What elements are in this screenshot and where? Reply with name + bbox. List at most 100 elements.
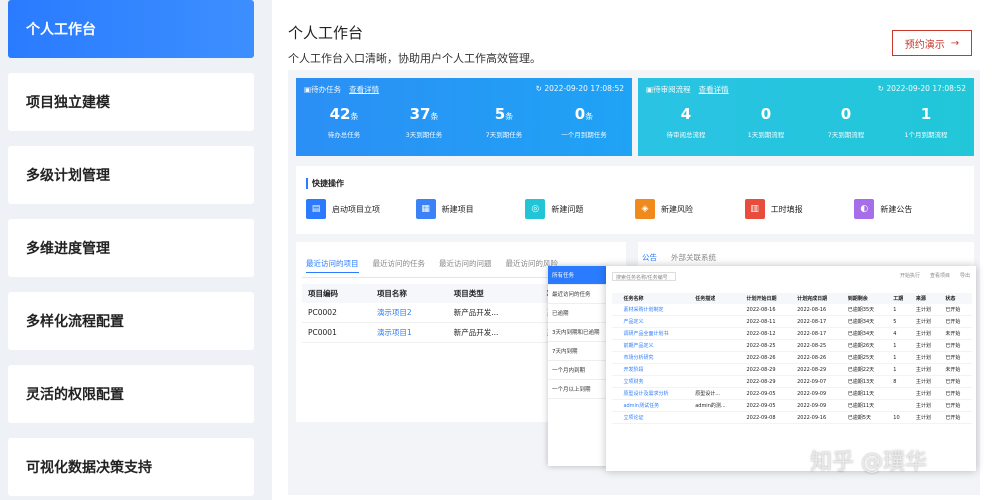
filter-menu-item[interactable]: 7天内到期 — [548, 342, 608, 361]
quick-action-1[interactable]: ▦ 新建项目 — [415, 199, 526, 219]
table-cell[interactable]: 开发阶段 — [620, 363, 693, 376]
table-row[interactable]: 立项财务 2022-08-29 2022-09-07 已逾期13天 8 主计划 已开始 — [612, 375, 972, 388]
table-cell[interactable]: 原型设计及需求分析 — [620, 387, 693, 400]
table-cell[interactable]: 市场分析研究 — [620, 351, 693, 364]
table-cell: 已开始 — [942, 387, 972, 400]
sidebar-item-workbench[interactable]: 个人工作台 — [8, 0, 254, 58]
quick-action-label: 新建问题 — [551, 204, 584, 214]
quick-action-label: 新建项目 — [441, 204, 474, 214]
table-cell — [692, 411, 744, 424]
table-row[interactable]: 原型设计及需求分析 原型设计... 2022-09-05 2022-09-09 已逾期1… — [612, 387, 972, 400]
checkbox-header[interactable] — [612, 293, 621, 304]
table-cell[interactable]: 前期产品定义 — [620, 339, 693, 352]
row-checkbox[interactable] — [612, 375, 621, 388]
sidebar-item-progress-management[interactable]: 多维进度管理 — [8, 219, 254, 277]
stat-7day-process[interactable]: 0 7天到期流程 — [806, 105, 886, 139]
row-checkbox[interactable] — [612, 304, 621, 316]
table-cell: 主计划 — [912, 411, 943, 424]
table-row[interactable]: 素材采购计划制定 2022-08-16 2022-08-16 已逾期35天 1 主计划 已开… — [612, 304, 972, 316]
overlay-button-2[interactable]: 导出 — [960, 273, 970, 279]
row-checkbox[interactable] — [612, 351, 621, 364]
sidebar-item-process-config[interactable]: 多样化流程配置 — [8, 292, 254, 350]
table-row[interactable]: 立项论证 2022-09-08 2022-09-16 已逾期5天 10 主计划 已开始 — [612, 411, 972, 424]
recent-tab-0[interactable]: 最近访问的项目 — [306, 258, 359, 273]
table-cell: 2022-08-29 — [743, 375, 795, 388]
stat-3day-tasks[interactable]: 37条 3天到期任务 — [384, 105, 464, 139]
table-cell: 2022-09-09 — [794, 399, 845, 412]
quick-action-0[interactable]: ▤ 启动项目立项 — [306, 199, 416, 219]
overlay-button-1[interactable]: 查看项目 — [930, 273, 950, 279]
table-cell[interactable]: 立项财务 — [620, 375, 693, 388]
filter-menu-item[interactable]: 3天内到期和已逾期 — [548, 323, 608, 342]
stat-1day-process[interactable]: 0 1天到期流程 — [726, 105, 806, 139]
table-cell — [890, 387, 913, 400]
table-cell: 2022-09-16 — [794, 411, 845, 424]
filter-menu-item[interactable]: 一个月以上到期 — [548, 380, 608, 399]
table-cell: 1 — [890, 363, 913, 376]
table-cell: 2022-08-17 — [794, 315, 845, 328]
row-checkbox[interactable] — [612, 363, 621, 376]
overlay-button-0[interactable]: 开始执行 — [900, 273, 920, 279]
table-cell[interactable]: 演示项目2 — [370, 303, 448, 323]
stat-month-process[interactable]: 1 1个月到期流程 — [886, 105, 966, 139]
table-cell[interactable]: 调研产品全面计划书 — [620, 327, 693, 340]
table-cell: 已逾期26天 — [844, 339, 891, 352]
task-search-input[interactable]: 搜索任务名称/任务编号 — [612, 272, 676, 281]
table-row[interactable]: 前期产品定义 2022-08-25 2022-08-25 已逾期26天 1 主计划 已开始 — [612, 339, 972, 352]
row-checkbox[interactable] — [612, 315, 621, 328]
quick-action-4[interactable]: ▥ 工时填报 — [744, 199, 855, 219]
column-header: 任务描述 — [692, 293, 744, 304]
table-cell: 新产品开发... — [447, 322, 541, 343]
table-cell[interactable]: 素材采购计划制定 — [620, 304, 693, 316]
table-cell: 新产品开发... — [447, 303, 541, 323]
sidebar-item-permission-config[interactable]: 灵活的权限配置 — [8, 365, 254, 423]
quick-action-5[interactable]: ◐ 新建公告 — [854, 199, 964, 219]
table-cell[interactable]: 产品定义 — [620, 315, 693, 328]
arrow-right-icon: → — [950, 37, 960, 49]
notice-tab-1[interactable]: 外部关联系统 — [671, 252, 716, 267]
book-demo-button[interactable]: 预约演示 → — [892, 30, 972, 56]
table-row[interactable]: 产品定义 2022-08-11 2022-08-17 已逾期34天 5 主计划 已开始 — [612, 315, 972, 328]
sidebar: 个人工作台 项目独立建模 多级计划管理 多维进度管理 多样化流程配置 灵活的权限… — [0, 0, 262, 500]
stat-7day-tasks[interactable]: 5条 7天到期任务 — [464, 105, 544, 139]
table-cell: 主计划 — [912, 375, 943, 388]
table-row[interactable]: 调研产品全面计划书 2022-08-12 2022-08-17 已逾期34天 4 主计划未… — [612, 327, 972, 340]
recent-tab-1[interactable]: 最近访问的任务 — [373, 258, 426, 273]
sidebar-item-plan-management[interactable]: 多级计划管理 — [8, 146, 254, 204]
recent-tab-2[interactable]: 最近访问的问题 — [439, 258, 492, 273]
table-cell: PC0002 — [302, 303, 371, 323]
sidebar-item-project-modeling[interactable]: 项目独立建模 — [8, 73, 254, 131]
table-cell[interactable]: 演示项目1 — [370, 322, 448, 343]
table-cell: admin的测... — [692, 399, 744, 412]
table-cell: 已开始 — [942, 351, 972, 364]
filter-menu-item[interactable]: 已逾期 — [548, 304, 608, 323]
notice-tab-0[interactable]: 公告 — [642, 252, 657, 267]
pending-tasks-card: ▣待办任务 查看详情 ↻ 2022-09-20 17:08:52 42条 待办总任务… — [296, 78, 632, 156]
table-cell[interactable]: 立项论证 — [620, 411, 693, 424]
sidebar-item-data-decision[interactable]: 可视化数据决策支持 — [8, 438, 254, 496]
stat-total-tasks[interactable]: 42条 待办总任务 — [304, 105, 384, 139]
filter-menu-item[interactable]: 一个月内到期 — [548, 361, 608, 380]
table-cell[interactable]: admin测试任务 — [620, 399, 693, 412]
row-checkbox[interactable] — [612, 327, 621, 340]
table-row[interactable]: 市场分析研究 2022-08-26 2022-08-26 已逾期25天 1 主计划 已开始 — [612, 351, 972, 364]
quick-action-2[interactable]: ◎ 新建问题 — [525, 199, 635, 219]
filter-menu-item[interactable]: 最近访问的任务 — [548, 285, 608, 304]
table-cell: 已逾期35天 — [844, 304, 891, 316]
filter-menu-item[interactable]: 所有任务 — [548, 266, 608, 285]
row-checkbox[interactable] — [612, 411, 621, 424]
stat-total-process[interactable]: 4 待审阅总流程 — [646, 105, 726, 139]
quick-action-3[interactable]: ◈ 新建风险 — [635, 199, 745, 219]
table-row[interactable]: 开发阶段 2022-08-29 2022-08-29 已逾期22天 1 主计划 未开始 — [612, 363, 972, 376]
quick-action-icon: ▥ — [744, 199, 765, 219]
tasks-detail-link[interactable]: 查看详情 — [349, 85, 379, 94]
row-checkbox[interactable] — [612, 339, 621, 352]
row-checkbox[interactable] — [612, 399, 621, 412]
row-checkbox[interactable] — [612, 387, 621, 400]
column-header: 来源 — [912, 293, 943, 304]
table-row[interactable]: admin测试任务 admin的测... 2022-09-05 2022-09-09 已… — [612, 399, 972, 412]
process-detail-link[interactable]: 查看详情 — [699, 85, 729, 94]
table-cell: 2022-08-29 — [743, 363, 795, 376]
column-header: 项目名称 — [370, 284, 448, 303]
stat-month-tasks[interactable]: 0条 一个月到期任务 — [544, 105, 624, 139]
